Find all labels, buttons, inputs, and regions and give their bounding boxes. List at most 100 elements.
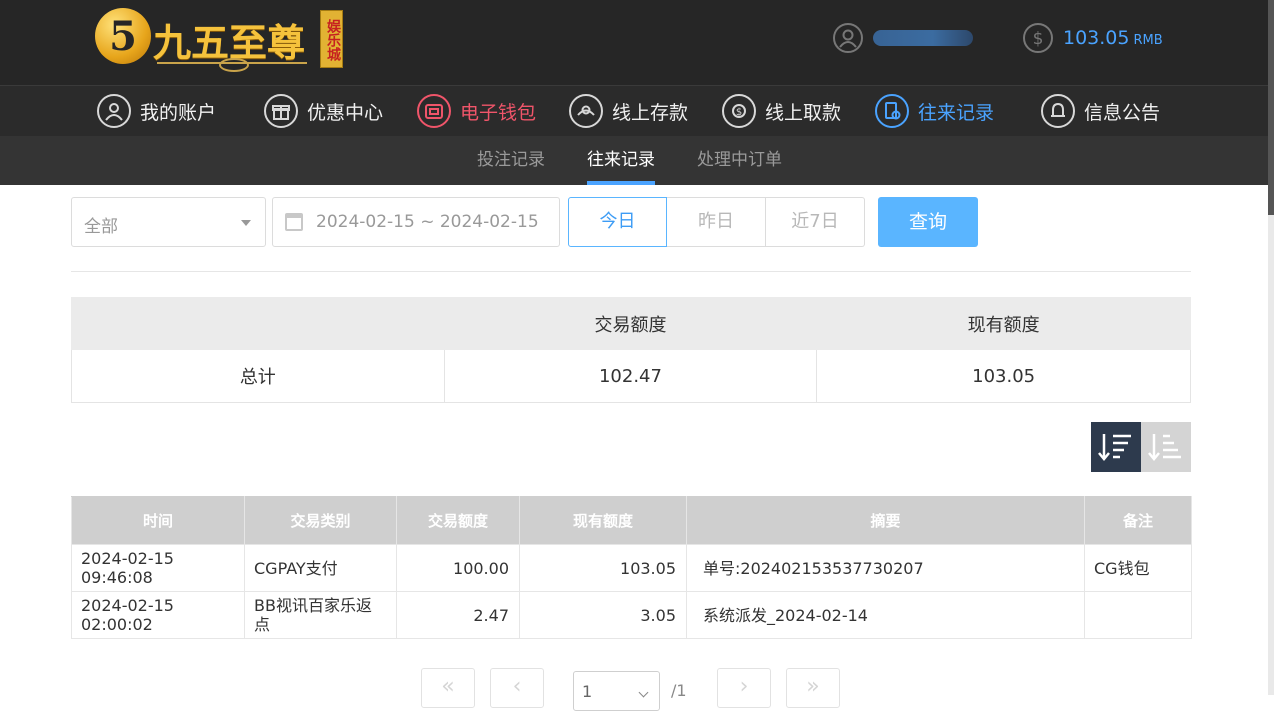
withdraw-icon: $	[722, 94, 756, 128]
cell-summary: 单号:202402153537730207	[686, 544, 1085, 592]
first-page-button[interactable]: «	[421, 668, 475, 708]
dollar-icon: $	[1023, 23, 1053, 53]
nav-promotions[interactable]: 优惠中心	[264, 86, 383, 136]
type-select-value: 全部	[84, 217, 118, 237]
table-row: 2024-02-15 02:00:02 BB视讯百家乐返点 2.47 3.05 …	[71, 591, 1192, 639]
scrollbar-thumb[interactable]	[1268, 0, 1274, 215]
quick-yesterday-button[interactable]: 昨日	[667, 197, 766, 247]
chevron-down-icon	[638, 687, 649, 698]
brand-logo[interactable]: 5 九五至尊 娱乐城	[95, 6, 347, 72]
user-icon	[833, 23, 863, 53]
nav-label: 线上取款	[765, 101, 842, 124]
cell-type: CGPAY支付	[244, 544, 397, 592]
records-table: 时间 交易类别 交易额度 现有额度 摘要 备注 2024-02-15 09:46…	[71, 496, 1192, 639]
nav-label: 信息公告	[1084, 101, 1161, 124]
calendar-icon	[285, 213, 303, 231]
deposit-icon	[569, 94, 603, 128]
top-header: 5 九五至尊 娱乐城 $ 103.05 RMB	[0, 0, 1274, 85]
column-header-type[interactable]: 交易类别	[244, 496, 397, 545]
nav-e-wallet[interactable]: 电子钱包	[417, 86, 536, 136]
sort-asc-icon	[1148, 434, 1181, 461]
quick-7days-button[interactable]: 近7日	[766, 197, 865, 247]
sub-nav: 投注记录 往来记录 处理中订单	[0, 136, 1274, 185]
prev-page-button[interactable]: ‹	[490, 668, 544, 708]
query-button[interactable]: 查询	[878, 197, 978, 247]
column-header-amount[interactable]: 交易额度	[396, 496, 520, 545]
summary-total-balance: 103.05	[816, 349, 1191, 403]
page-total: /1	[671, 681, 687, 700]
svg-text:$: $	[1033, 29, 1044, 49]
date-range-picker[interactable]: 2024-02-15 ~ 2024-02-15	[272, 197, 560, 247]
brand-badge: 娱乐城	[320, 10, 343, 68]
cell-note: CG钱包	[1084, 544, 1192, 592]
logo-ornament	[157, 58, 307, 72]
balance-amount: 103.05 RMB	[1063, 27, 1163, 49]
nav-label: 优惠中心	[307, 101, 384, 124]
page-select[interactable]: 1	[573, 671, 660, 711]
summary-header-balance: 现有额度	[816, 297, 1191, 350]
cell-time: 2024-02-15 02:00:02	[71, 591, 245, 639]
column-header-balance[interactable]: 现有额度	[519, 496, 687, 545]
cell-time: 2024-02-15 09:46:08	[71, 544, 245, 592]
bell-icon	[1041, 94, 1075, 128]
column-header-time[interactable]: 时间	[71, 496, 245, 545]
nav-online-withdraw[interactable]: $ 线上取款	[722, 86, 841, 136]
tab-pending-orders[interactable]: 处理中订单	[697, 136, 782, 185]
table-row: 2024-02-15 09:46:08 CGPAY支付 100.00 103.0…	[71, 544, 1192, 592]
username-redacted	[873, 30, 973, 46]
cell-balance: 103.05	[519, 544, 687, 592]
records-icon	[875, 94, 909, 128]
nav-label: 我的账户	[140, 101, 217, 124]
tab-bet-records[interactable]: 投注记录	[477, 136, 545, 185]
sort-ascending-button[interactable]	[1141, 422, 1191, 472]
cell-summary: 系统派发_2024-02-14	[686, 591, 1085, 639]
summary-header-row: 交易额度 现有额度	[71, 297, 1191, 350]
summary-total-row: 总计 102.47 103.05	[71, 349, 1191, 403]
main-nav: 我的账户 优惠中心 电子钱包 线上存款 $ 线上取款 往来记录 信息公告	[0, 85, 1274, 136]
chevron-left-icon: ‹	[512, 674, 522, 699]
caret-down-icon	[241, 220, 251, 226]
column-header-note[interactable]: 备注	[1084, 496, 1192, 545]
records-header-row: 时间 交易类别 交易额度 现有额度 摘要 备注	[71, 496, 1192, 545]
summary-total-label: 总计	[71, 349, 445, 403]
balance-currency: RMB	[1133, 33, 1163, 48]
sort-desc-icon	[1098, 434, 1131, 461]
nav-records[interactable]: 往来记录	[875, 86, 994, 136]
nav-label: 往来记录	[918, 101, 995, 124]
double-chevron-right-icon: »	[806, 674, 820, 699]
user-account-box[interactable]	[833, 22, 993, 54]
last-page-button[interactable]: »	[786, 668, 840, 708]
summary-header-amount: 交易额度	[443, 297, 818, 350]
next-page-button[interactable]: ›	[717, 668, 771, 708]
svg-text:$: $	[736, 107, 742, 118]
balance-number: 103.05	[1063, 27, 1130, 49]
cell-balance: 3.05	[519, 591, 687, 639]
cell-amount: 2.47	[396, 591, 520, 639]
cell-type: BB视讯百家乐返点	[244, 591, 397, 639]
page-select-value: 1	[582, 682, 593, 701]
divider	[71, 271, 1191, 272]
double-chevron-left-icon: «	[441, 674, 455, 699]
user-icon	[97, 94, 131, 128]
nav-announcements[interactable]: 信息公告	[1041, 86, 1160, 136]
column-header-summary[interactable]: 摘要	[686, 496, 1085, 545]
wallet-icon	[417, 94, 451, 128]
nav-my-account[interactable]: 我的账户	[97, 86, 216, 136]
summary-header-blank	[71, 297, 445, 350]
type-select[interactable]: 全部	[71, 197, 266, 247]
logo-emblem: 5	[95, 8, 151, 64]
sort-descending-button[interactable]	[1091, 422, 1141, 472]
nav-online-deposit[interactable]: 线上存款	[569, 86, 688, 136]
page-scrollbar[interactable]	[1268, 0, 1274, 695]
nav-label: 电子钱包	[460, 101, 537, 124]
gift-icon	[264, 94, 298, 128]
tab-transaction-records[interactable]: 往来记录	[587, 136, 655, 185]
quick-today-button[interactable]: 今日	[568, 197, 667, 247]
cell-note	[1084, 591, 1192, 639]
summary-total-amount: 102.47	[443, 349, 818, 403]
summary-table: 交易额度 现有额度 总计 102.47 103.05	[71, 297, 1191, 403]
nav-label: 线上存款	[612, 101, 689, 124]
date-range-value: 2024-02-15 ~ 2024-02-15	[316, 212, 539, 232]
chevron-right-icon: ›	[739, 674, 749, 699]
cell-amount: 100.00	[396, 544, 520, 592]
